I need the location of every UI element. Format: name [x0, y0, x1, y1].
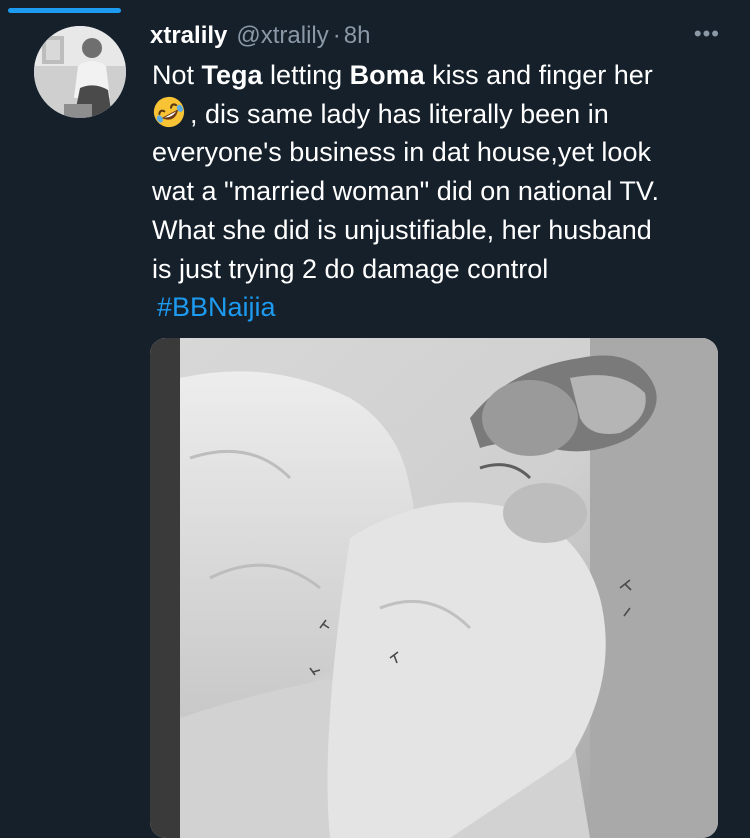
tweet-line-4: wat a "married woman" did on national TV… [152, 176, 659, 207]
tweet-line-1: Not Tega letting Boma kiss and finger he… [152, 56, 722, 95]
tweet-timestamp[interactable]: 8h [344, 20, 371, 52]
more-options-icon[interactable]: ••• [694, 18, 720, 50]
text-bold-segment: Tega [201, 60, 263, 90]
text-segment: letting [262, 60, 350, 90]
tweet-text: Not Tega letting Boma kiss and finger he… [152, 56, 722, 327]
photo [150, 338, 718, 838]
text-segment: Not [152, 60, 202, 90]
avatar-photo [34, 26, 126, 118]
text-segment: , dis same lady has literally been in [190, 98, 609, 129]
tweet-line-6: is just trying 2 do damage control [152, 253, 549, 284]
user-handle[interactable]: @xtralily [236, 20, 328, 52]
tweet-line-2: , dis same lady has literally been in [152, 95, 722, 134]
tweet-header: xtralily @xtralily · 8h ••• [150, 20, 720, 52]
separator-dot: · [332, 22, 341, 49]
tweet-line-7: #BBNaijia [152, 288, 722, 327]
avatar[interactable] [34, 26, 126, 118]
display-name[interactable]: xtralily [150, 20, 227, 52]
tweet-media-photo[interactable] [150, 338, 718, 838]
text-bold-segment: Boma [349, 60, 425, 90]
rolling-on-floor-laughing-emoji [153, 96, 185, 127]
tweet-line-3: everyone's business in dat house,yet loo… [152, 137, 651, 168]
tweet-line-5: What she did is unjustifiable, her husba… [152, 214, 652, 245]
hashtag-link[interactable]: #BBNaijia [157, 292, 276, 322]
text-segment: kiss and finger her [424, 60, 653, 90]
top-indicator-bar [8, 8, 121, 13]
